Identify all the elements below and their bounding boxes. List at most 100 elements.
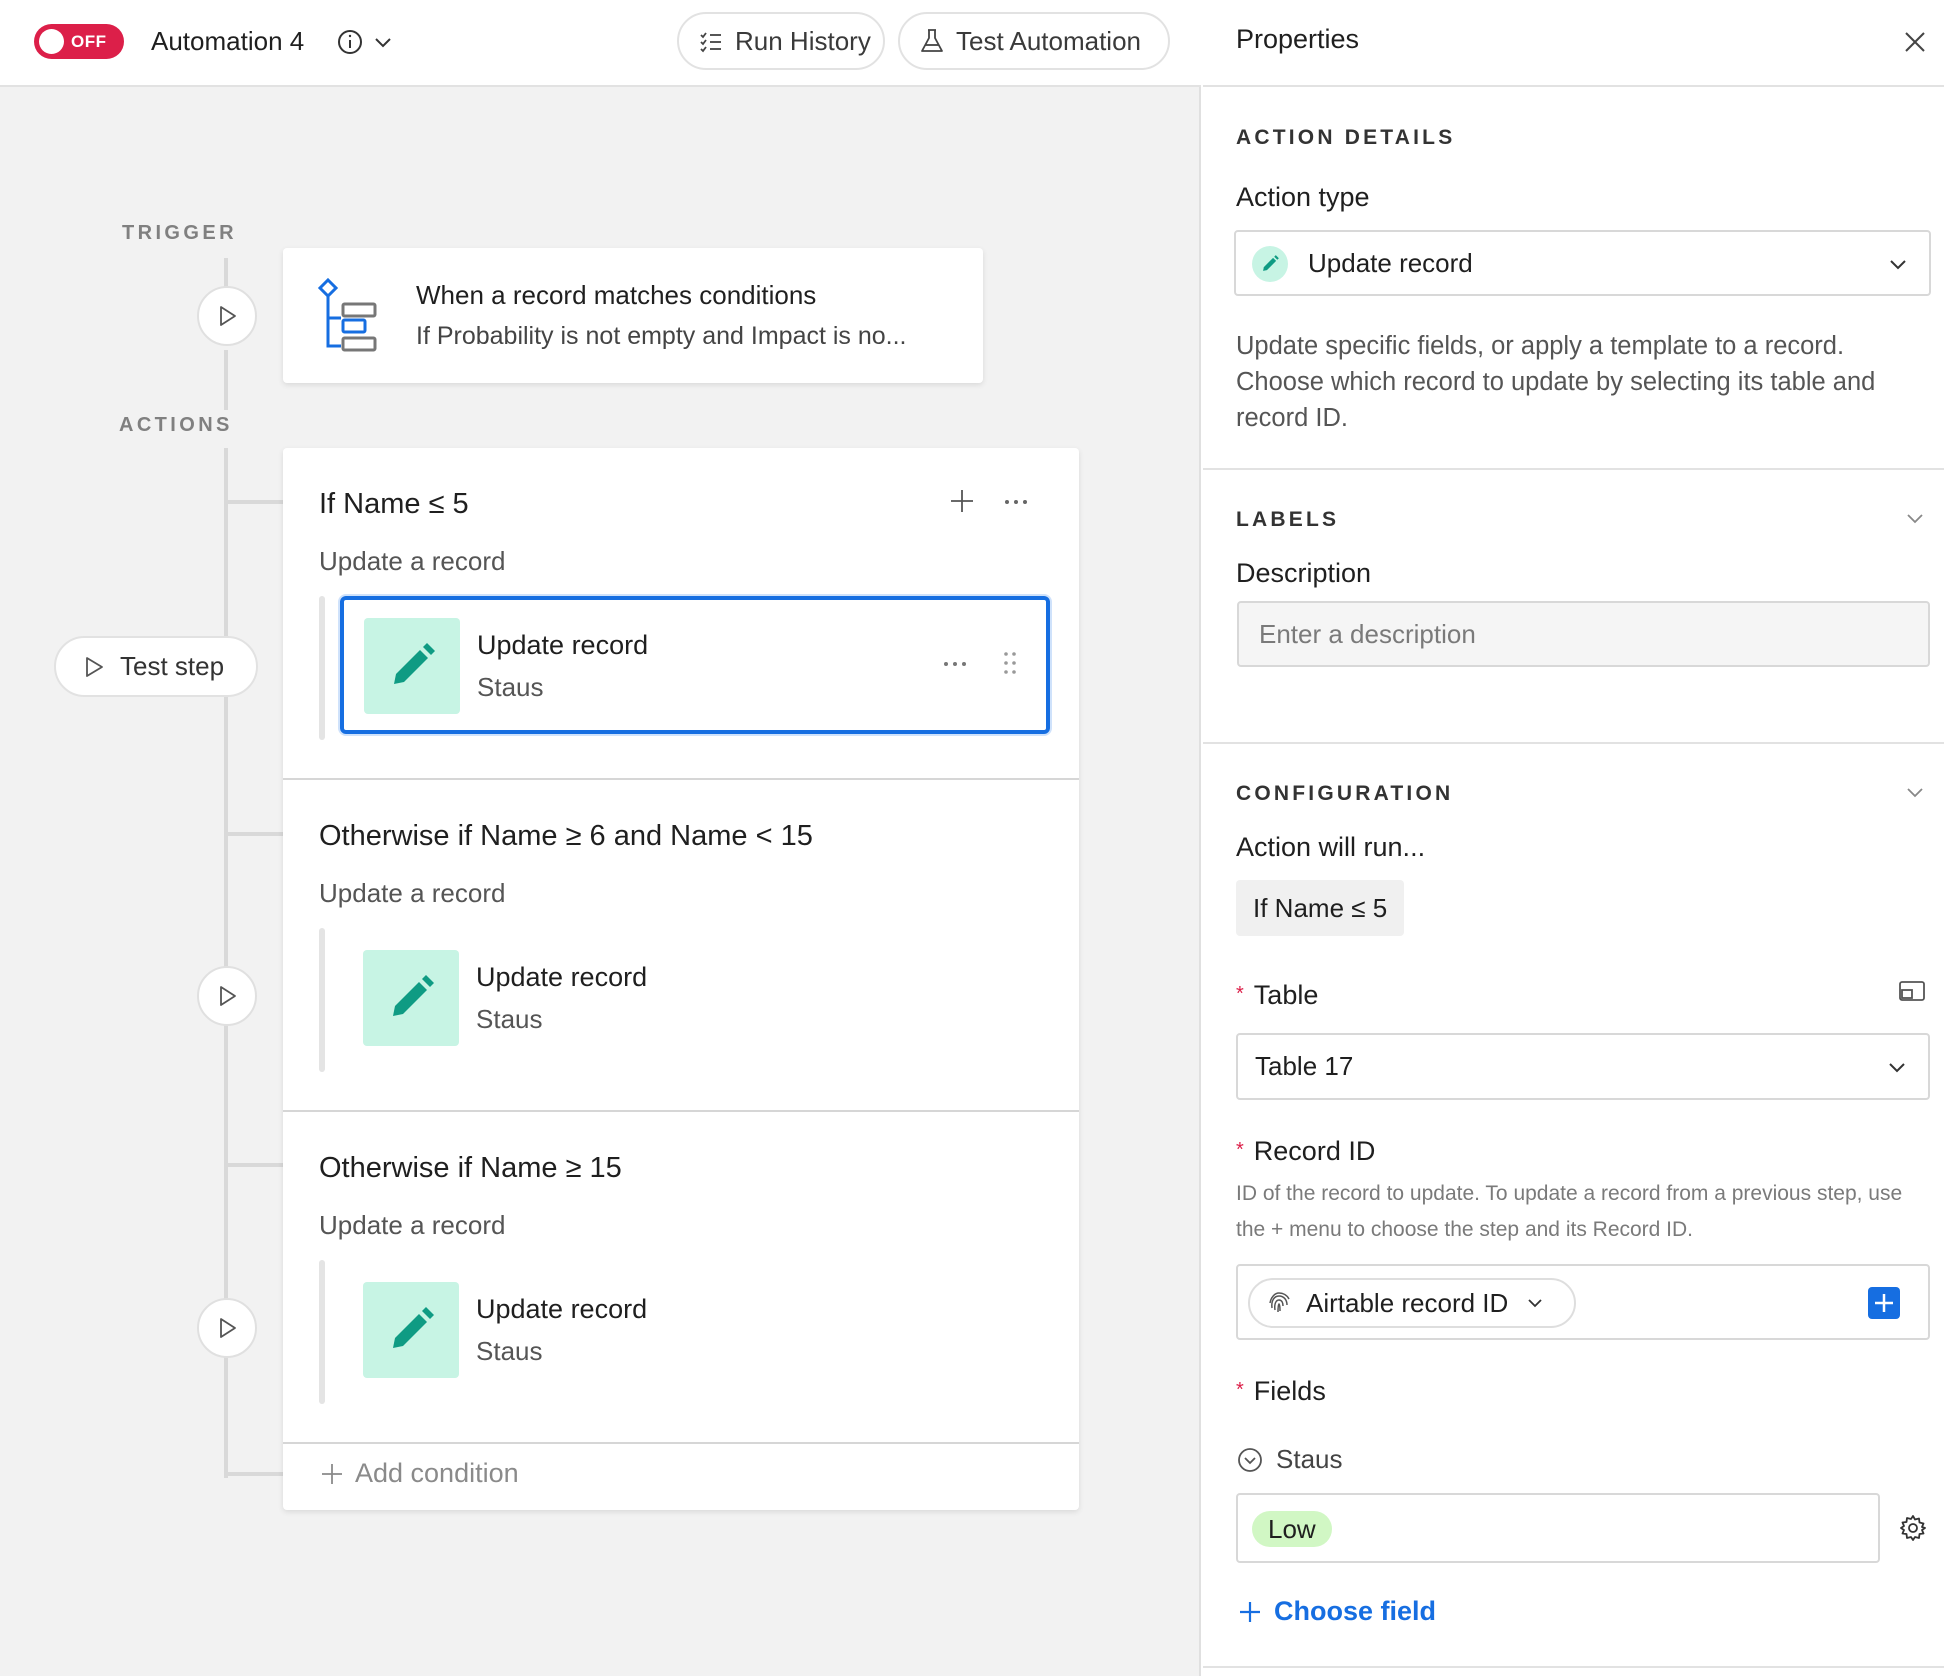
- trigger-card[interactable]: When a record matches conditions If Prob…: [283, 248, 983, 383]
- table-select[interactable]: Table 17: [1236, 1033, 1930, 1100]
- play-icon: [86, 656, 103, 677]
- field-value-input[interactable]: Low: [1236, 1493, 1880, 1563]
- automation-toolbar: OFF Automation 4 Run History Test Automa…: [0, 0, 1201, 87]
- configuration-section-label: CONFIGURATION: [1236, 782, 1454, 805]
- flow-branch-line: [224, 1472, 284, 1476]
- branch: Otherwise if Name ≥ 6 and Name < 15 Upda…: [283, 780, 1079, 1110]
- toggle-label: OFF: [71, 32, 107, 51]
- flow-branch-line: [224, 500, 284, 504]
- section-divider: [1203, 742, 1944, 744]
- flow-branch-line: [224, 832, 284, 836]
- table-label-text: Table: [1253, 980, 1319, 1010]
- branch-rail: [319, 596, 325, 740]
- field-name-row: Staus: [1236, 1444, 1343, 1475]
- action-details-section-label: ACTION DETAILS: [1236, 126, 1456, 149]
- field-value-chip[interactable]: Low: [1252, 1511, 1332, 1547]
- automation-name[interactable]: Automation 4: [151, 23, 304, 59]
- chevron-down-icon[interactable]: [1903, 780, 1927, 804]
- action-will-run-label: Action will run...: [1236, 832, 1426, 862]
- test-step-button[interactable]: Test step: [54, 636, 258, 697]
- properties-header: Properties: [1203, 0, 1944, 87]
- step-subtitle: Staus: [476, 1004, 543, 1034]
- pencil-icon: [394, 643, 435, 684]
- add-condition-button[interactable]: Add condition: [319, 1458, 519, 1489]
- run-step-button[interactable]: [197, 966, 257, 1026]
- conditions-icon: [317, 277, 377, 352]
- record-id-token[interactable]: Airtable record ID: [1248, 1278, 1576, 1328]
- description-input[interactable]: Enter a description: [1237, 601, 1930, 667]
- step-icon-bg: [363, 1282, 459, 1378]
- actions-card: If Name ≤ 5 Update a record Update recor…: [283, 448, 1079, 1510]
- chevron-down-icon: [1890, 260, 1906, 270]
- branch-rail: [319, 928, 325, 1072]
- step-subtitle: Staus: [477, 672, 544, 702]
- action-step[interactable]: Update record Staus: [341, 1262, 1051, 1400]
- action-step-selected[interactable]: Update record Staus: [340, 596, 1050, 734]
- record-id-help: ID of the record to update. To update a …: [1236, 1182, 1903, 1241]
- record-id-input[interactable]: Airtable record ID: [1236, 1264, 1930, 1340]
- branch-title[interactable]: If Name ≤ 5: [319, 488, 469, 521]
- required-marker: *: [1236, 983, 1244, 1005]
- flow-line: [224, 350, 228, 410]
- fingerprint-icon: [1269, 1292, 1290, 1313]
- trigger-section-label: TRIGGER: [122, 222, 237, 244]
- choose-field-label: Choose field: [1274, 1596, 1437, 1626]
- run-trigger-button[interactable]: [197, 286, 257, 346]
- section-divider: [1203, 468, 1944, 470]
- insert-variable-button[interactable]: [1868, 1287, 1900, 1319]
- test-automation-label: Test Automation: [956, 25, 1141, 56]
- branch-rail: [319, 1260, 325, 1404]
- branch-subtitle: Update a record: [319, 878, 506, 908]
- section-divider: [1203, 1666, 1944, 1668]
- branch: If Name ≤ 5 Update a record Update recor…: [283, 448, 1079, 778]
- trigger-subtitle: If Probability is not empty and Impact i…: [416, 322, 907, 350]
- table-view-icon[interactable]: [1898, 979, 1926, 1003]
- actions-section-label: ACTIONS: [119, 414, 233, 436]
- step-icon-bg: [364, 618, 460, 714]
- test-step-label: Test step: [120, 651, 225, 681]
- more-icon[interactable]: [942, 654, 968, 674]
- step-icon-bg: [363, 950, 459, 1046]
- flask-icon: [921, 29, 943, 52]
- automation-toggle[interactable]: OFF: [34, 24, 124, 59]
- labels-section-label: LABELS: [1236, 508, 1340, 531]
- close-icon[interactable]: [1900, 27, 1930, 57]
- trigger-title: When a record matches conditions: [416, 280, 817, 310]
- list-checks-icon: [700, 32, 721, 53]
- run-step-button[interactable]: [197, 1298, 257, 1358]
- field-name: Staus: [1276, 1444, 1343, 1474]
- step-subtitle: Staus: [476, 1336, 543, 1366]
- branch-title[interactable]: Otherwise if Name ≥ 6 and Name < 15: [319, 820, 813, 853]
- branch-title[interactable]: Otherwise if Name ≥ 15: [319, 1152, 622, 1185]
- branch-subtitle: Update a record: [319, 546, 506, 576]
- branch-subtitle: Update a record: [319, 1210, 506, 1240]
- description-label: Description: [1236, 558, 1372, 588]
- action-type-icon: [1252, 246, 1288, 282]
- properties-title: Properties: [1236, 24, 1360, 54]
- plus-icon: [1240, 1601, 1260, 1622]
- action-type-help: Update specific fields, or apply a templ…: [1236, 332, 1876, 432]
- automation-canvas: OFF Automation 4 Run History Test Automa…: [0, 0, 1201, 1676]
- run-history-button[interactable]: Run History: [677, 12, 885, 70]
- record-id-token-label: Airtable record ID: [1306, 1287, 1509, 1318]
- info-icon[interactable]: [336, 28, 364, 56]
- gear-icon[interactable]: [1898, 1513, 1928, 1543]
- step-title: Update record: [476, 962, 648, 992]
- fields-label: * Fields: [1236, 1376, 1326, 1407]
- chevron-down-icon[interactable]: [369, 28, 397, 56]
- action-step[interactable]: Update record Staus: [341, 930, 1051, 1068]
- flow-branch-line: [224, 1163, 284, 1167]
- pencil-icon: [393, 975, 434, 1016]
- play-icon: [220, 306, 236, 326]
- step-title: Update record: [476, 1294, 648, 1324]
- fields-label-text: Fields: [1253, 1376, 1326, 1406]
- drag-handle-icon[interactable]: [1002, 650, 1018, 676]
- plus-icon: [1875, 1294, 1893, 1312]
- test-automation-button[interactable]: Test Automation: [898, 12, 1170, 70]
- choose-field-button[interactable]: Choose field: [1236, 1596, 1436, 1627]
- action-type-select[interactable]: Update record: [1234, 230, 1931, 296]
- single-select-icon: [1238, 1447, 1262, 1472]
- step-title: Update record: [477, 630, 649, 660]
- chevron-down-icon[interactable]: [1903, 506, 1927, 530]
- pencil-icon: [393, 1307, 434, 1348]
